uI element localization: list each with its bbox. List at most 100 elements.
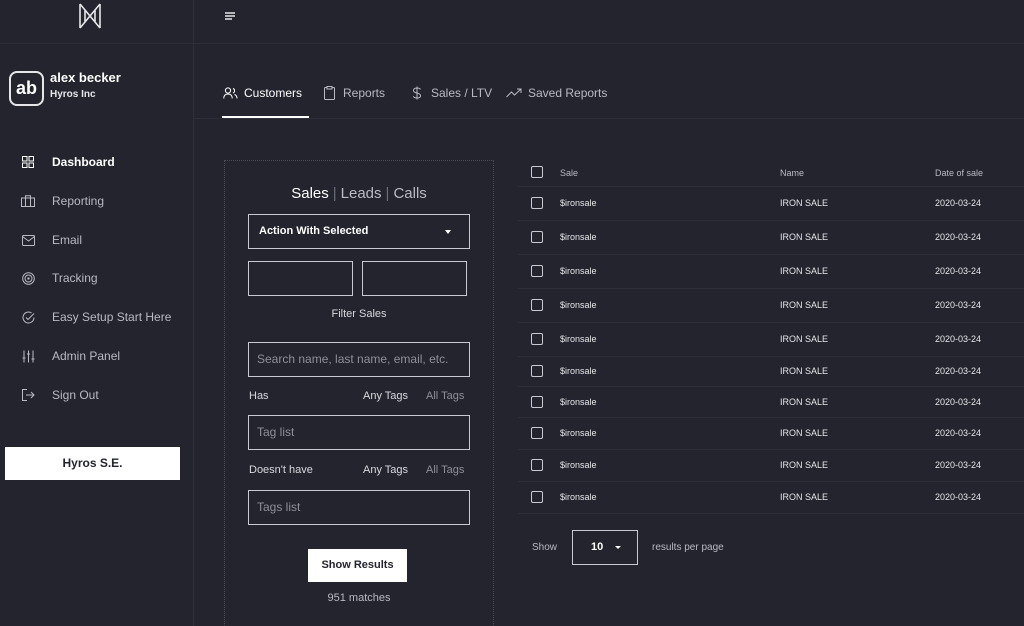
menu-icon[interactable] xyxy=(224,10,236,22)
action-with-selected-dropdown[interactable]: Action With Selected xyxy=(248,214,470,249)
sidebar: ab alex becker Hyros Inc Dashboard Repor… xyxy=(0,0,194,626)
date-from-input[interactable] xyxy=(248,261,353,296)
per-page-select[interactable]: 10 xyxy=(572,530,638,565)
row-checkbox[interactable] xyxy=(531,299,543,311)
divider xyxy=(194,43,1024,44)
check-circle-icon xyxy=(20,309,36,325)
sidebar-item-sign-out[interactable]: Sign Out xyxy=(20,385,99,405)
table-row[interactable]: $ironsale IRON SALE 2020-03-24 xyxy=(518,254,1024,288)
show-results-button[interactable]: Show Results xyxy=(308,549,407,582)
select-all-checkbox[interactable] xyxy=(531,166,543,178)
tab-saved-reports[interactable]: Saved Reports xyxy=(506,84,607,102)
has-label: Has xyxy=(249,390,269,402)
sidebar-item-label: Dashboard xyxy=(52,155,115,169)
user-org: Hyros Inc xyxy=(50,89,96,100)
doesnt-have-any-tags-option[interactable]: Any Tags xyxy=(363,464,408,476)
table-row[interactable]: $ironsale IRON SALE 2020-03-24 xyxy=(518,417,1024,449)
tab-sales-ltv[interactable]: Sales / LTV xyxy=(409,84,492,102)
cell-date: 2020-03-24 xyxy=(935,492,982,502)
cell-name: IRON SALE xyxy=(780,198,829,208)
briefcase-icon xyxy=(20,193,36,209)
table-row[interactable]: $ironsale IRON SALE 2020-03-24 xyxy=(518,322,1024,356)
table-row[interactable]: $ironsale IRON SALE 2020-03-24 xyxy=(518,186,1024,220)
row-checkbox[interactable] xyxy=(531,427,543,439)
sign-out-icon xyxy=(20,387,36,403)
tab-reports[interactable]: Reports xyxy=(321,84,385,102)
cell-sale: $ironsale xyxy=(560,300,597,310)
per-page-value: 10 xyxy=(591,541,604,553)
segment-separator: | xyxy=(332,185,337,202)
hyros-se-button[interactable]: Hyros S.E. xyxy=(5,447,180,480)
segment-sales[interactable]: Sales xyxy=(291,185,329,202)
sidebar-item-label: Reporting xyxy=(52,194,105,208)
tab-label: Reports xyxy=(343,86,386,100)
sidebar-item-admin-panel[interactable]: Admin Panel xyxy=(20,346,120,366)
sidebar-item-label: Tracking xyxy=(52,271,98,285)
column-header-sale[interactable]: Sale xyxy=(560,168,578,178)
row-checkbox[interactable] xyxy=(531,197,543,209)
divider xyxy=(194,118,1024,119)
dollar-icon xyxy=(409,85,425,101)
column-header-name[interactable]: Name xyxy=(780,168,804,178)
cell-date: 2020-03-24 xyxy=(935,366,982,376)
clipboard-icon xyxy=(321,85,337,101)
doesnt-have-all-tags-option[interactable]: All Tags xyxy=(426,464,464,476)
table-row[interactable]: $ironsale IRON SALE 2020-03-24 xyxy=(518,386,1024,417)
row-checkbox[interactable] xyxy=(531,491,543,503)
table-row[interactable]: $ironsale IRON SALE 2020-03-24 xyxy=(518,288,1024,322)
has-all-tags-option[interactable]: All Tags xyxy=(426,390,464,402)
cell-name: IRON SALE xyxy=(780,366,829,376)
trending-up-icon xyxy=(506,85,522,101)
column-header-date[interactable]: Date of sale xyxy=(935,168,983,178)
tab-label: Sales / LTV xyxy=(431,86,493,100)
sidebar-item-reporting[interactable]: Reporting xyxy=(20,191,104,211)
cell-sale: $ironsale xyxy=(560,334,597,344)
cell-sale: $ironsale xyxy=(560,397,597,407)
sidebar-item-email[interactable]: Email xyxy=(20,230,82,250)
hyros-logo[interactable] xyxy=(76,2,104,30)
action-select-label: Action With Selected xyxy=(259,225,369,237)
row-checkbox[interactable] xyxy=(531,333,543,345)
cell-name: IRON SALE xyxy=(780,492,829,502)
sidebar-item-label: Easy Setup Start Here xyxy=(52,310,172,324)
segment-leads[interactable]: Leads xyxy=(341,185,382,202)
cell-date: 2020-03-24 xyxy=(935,428,982,438)
table-row[interactable]: $ironsale IRON SALE 2020-03-24 xyxy=(518,356,1024,386)
cell-name: IRON SALE xyxy=(780,334,829,344)
cell-sale: $ironsale xyxy=(560,198,597,208)
row-checkbox[interactable] xyxy=(531,231,543,243)
table-row[interactable]: $ironsale IRON SALE 2020-03-24 xyxy=(518,481,1024,513)
sidebar-item-easy-setup[interactable]: Easy Setup Start Here xyxy=(20,307,171,327)
cell-name: IRON SALE xyxy=(780,300,829,310)
cell-sale: $ironsale xyxy=(560,232,597,242)
cell-name: IRON SALE xyxy=(780,428,829,438)
matches-count: 951 matches xyxy=(327,592,391,604)
search-input[interactable]: Search name, last name, email, etc. xyxy=(248,342,470,377)
users-icon xyxy=(222,85,238,101)
target-icon xyxy=(20,270,36,286)
segment-calls[interactable]: Calls xyxy=(393,185,426,202)
row-checkbox[interactable] xyxy=(531,459,543,471)
filter-panel: Sales | Leads | Calls Action With Selected F… xyxy=(224,160,494,626)
tab-customers[interactable]: Customers xyxy=(222,84,302,102)
cell-date: 2020-03-24 xyxy=(935,460,982,470)
cell-sale: $ironsale xyxy=(560,460,597,470)
row-checkbox[interactable] xyxy=(531,396,543,408)
cell-date: 2020-03-24 xyxy=(935,397,982,407)
segment-switcher: Sales | Leads | Calls xyxy=(225,185,493,202)
has-tag-list-input[interactable]: Tag list xyxy=(248,415,470,450)
date-to-input[interactable] xyxy=(362,261,467,296)
table-row[interactable]: $ironsale IRON SALE 2020-03-24 xyxy=(518,220,1024,254)
sidebar-item-dashboard[interactable]: Dashboard xyxy=(20,152,115,172)
row-checkbox[interactable] xyxy=(531,265,543,277)
results-per-page-label: results per page xyxy=(652,542,724,553)
doesnt-have-tags-list-input[interactable]: Tags list xyxy=(248,490,470,525)
sidebar-item-label: Email xyxy=(52,233,83,247)
sidebar-item-tracking[interactable]: Tracking xyxy=(20,268,98,288)
table-row[interactable]: $ironsale IRON SALE 2020-03-24 xyxy=(518,449,1024,481)
avatar[interactable]: ab xyxy=(9,71,44,106)
cell-sale: $ironsale xyxy=(560,492,597,502)
table-bottom-border xyxy=(518,513,1024,514)
has-any-tags-option[interactable]: Any Tags xyxy=(363,390,408,402)
row-checkbox[interactable] xyxy=(531,365,543,377)
